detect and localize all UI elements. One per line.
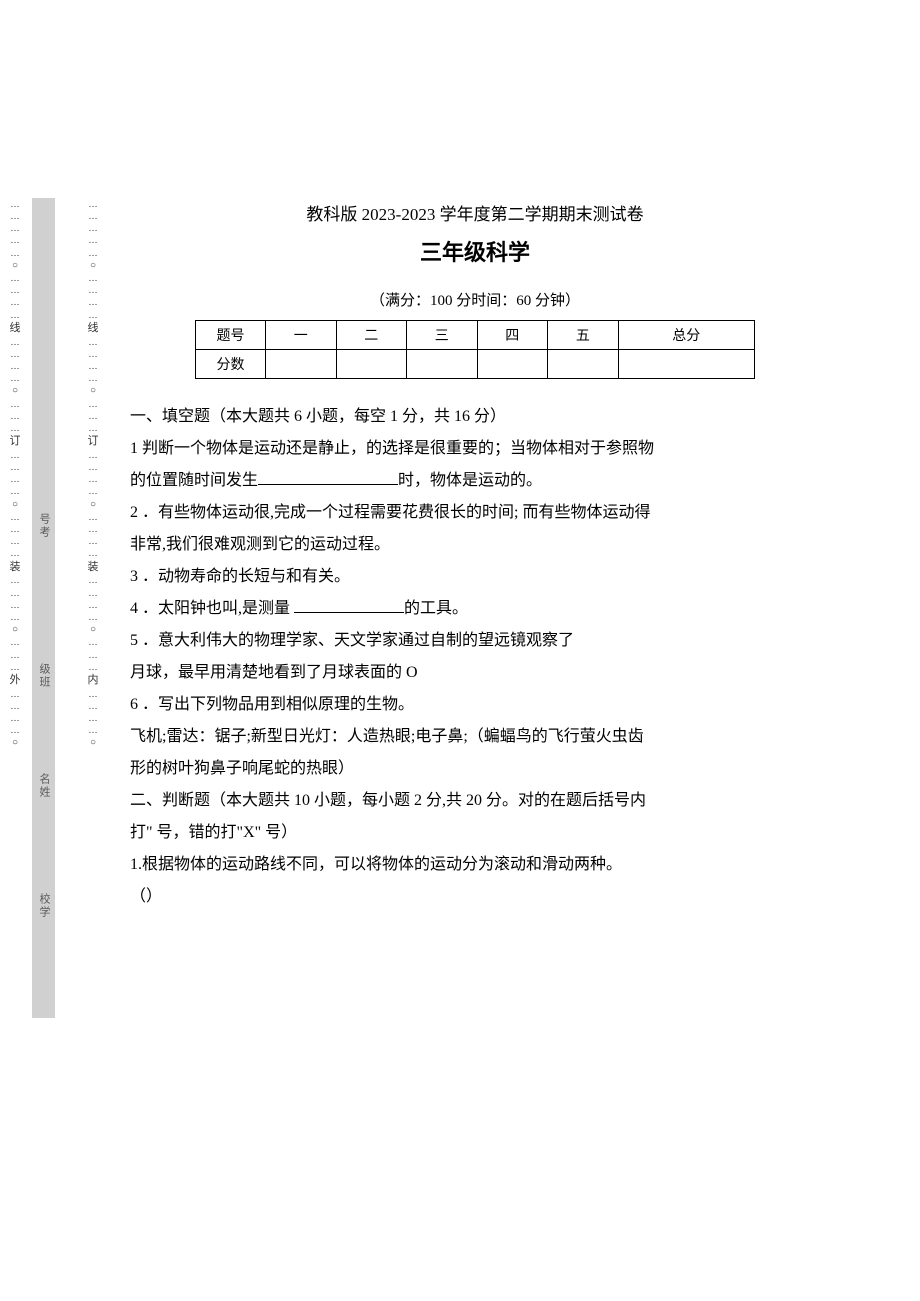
judge-1a: 1.根据物体的运动路线不同，可以将物体的运动分为滚动和滑动两种。 xyxy=(130,849,820,881)
exam-content: 教科版 2023-2023 学年度第二学期期末测试卷 三年级科学 （满分：100… xyxy=(130,200,820,913)
strip-label-class: 级班 xyxy=(36,663,52,689)
q6-line3: 形的树叶狗鼻子响尾蛇的热眼） xyxy=(130,753,820,785)
col-4: 四 xyxy=(477,321,548,350)
col-5: 五 xyxy=(548,321,619,350)
section-1-heading: 一、填空题（本大题共 6 小题，每空 1 分，共 16 分） xyxy=(130,401,820,433)
score-cell[interactable] xyxy=(618,350,754,379)
row-label-score: 分数 xyxy=(196,350,266,379)
fill-blank[interactable] xyxy=(258,469,398,485)
exam-body: 一、填空题（本大题共 6 小题，每空 1 分，共 16 分） 1 判断一个物体是… xyxy=(130,401,820,913)
col-1: 一 xyxy=(266,321,337,350)
q5-line1: 5 ．意大利伟大的物理学家、天文学家通过自制的望远镜观察了 xyxy=(130,625,820,657)
score-cell[interactable] xyxy=(477,350,548,379)
col-total: 总分 xyxy=(618,321,754,350)
q4-pretext: 4 ．太阳钟也叫,是测量 xyxy=(130,600,294,617)
strip-label-name: 名姓 xyxy=(36,773,52,799)
q2-line1: 2 ．有些物体运动很,完成一个过程需要花费很长的时间; 而有些物体运动得 xyxy=(130,497,820,529)
q6-line2: 飞机;雷达：锯子;新型日光灯：人造热眼;电子鼻;（蝙蝠鸟的飞行萤火虫齿 xyxy=(130,721,820,753)
q4-posttext: 的工具。 xyxy=(404,600,468,617)
q1-posttext: 时，物体是运动的。 xyxy=(398,472,542,489)
margin-dots-outer: …………… ○ ………… 线 ………… ○ ……… 订 ………… ○ ………… … xyxy=(8,198,22,1018)
q6-line1: 6 ．写出下列物品用到相似原理的生物。 xyxy=(130,689,820,721)
score-cell[interactable] xyxy=(407,350,478,379)
q2-line2: 非常,我们很难观测到它的运动过程。 xyxy=(130,529,820,561)
exam-title-line2: 三年级科学 xyxy=(130,235,820,267)
q1-line1: 1 判断一个物体是运动还是静止，的选择是很重要的；当物体相对于参照物 xyxy=(130,433,820,465)
score-cell[interactable] xyxy=(548,350,619,379)
table-row: 分数 xyxy=(196,350,755,379)
col-3: 三 xyxy=(407,321,478,350)
score-cell[interactable] xyxy=(266,350,337,379)
exam-title-line1: 教科版 2023-2023 学年度第二学期期末测试卷 xyxy=(130,200,820,225)
table-row: 题号 一 二 三 四 五 总分 xyxy=(196,321,755,350)
margin-dots-inner: …………… ○ ………… 线 ………… ○ ……… 订 ………… ○ ………… … xyxy=(86,198,100,1018)
q3: 3 ．动物寿命的长短与和有关。 xyxy=(130,561,820,593)
q5-line2: 月球，最早用清楚地看到了月球表面的 O xyxy=(130,657,820,689)
section-2-heading-b: 打" 号，错的打"X" 号） xyxy=(130,817,820,849)
q4: 4 ．太阳钟也叫,是测量 的工具。 xyxy=(130,593,820,625)
row-label-number: 题号 xyxy=(196,321,266,350)
score-cell[interactable] xyxy=(336,350,407,379)
strip-label-exam-no: 号考 xyxy=(36,513,52,539)
judge-1b: （） xyxy=(130,881,820,913)
exam-meta: （满分：100 分时间：60 分钟） xyxy=(130,289,820,310)
fill-blank[interactable] xyxy=(294,597,404,613)
score-table: 题号 一 二 三 四 五 总分 分数 xyxy=(195,320,755,379)
q1-line2: 的位置随时间发生 时，物体是运动的。 xyxy=(130,465,820,497)
section-2-heading-a: 二、判断题（本大题共 10 小题，每小题 2 分,共 20 分。对的在题后括号内 xyxy=(130,785,820,817)
col-2: 二 xyxy=(336,321,407,350)
q1-pretext: 的位置随时间发生 xyxy=(130,472,258,489)
strip-label-school: 校学 xyxy=(36,893,52,919)
